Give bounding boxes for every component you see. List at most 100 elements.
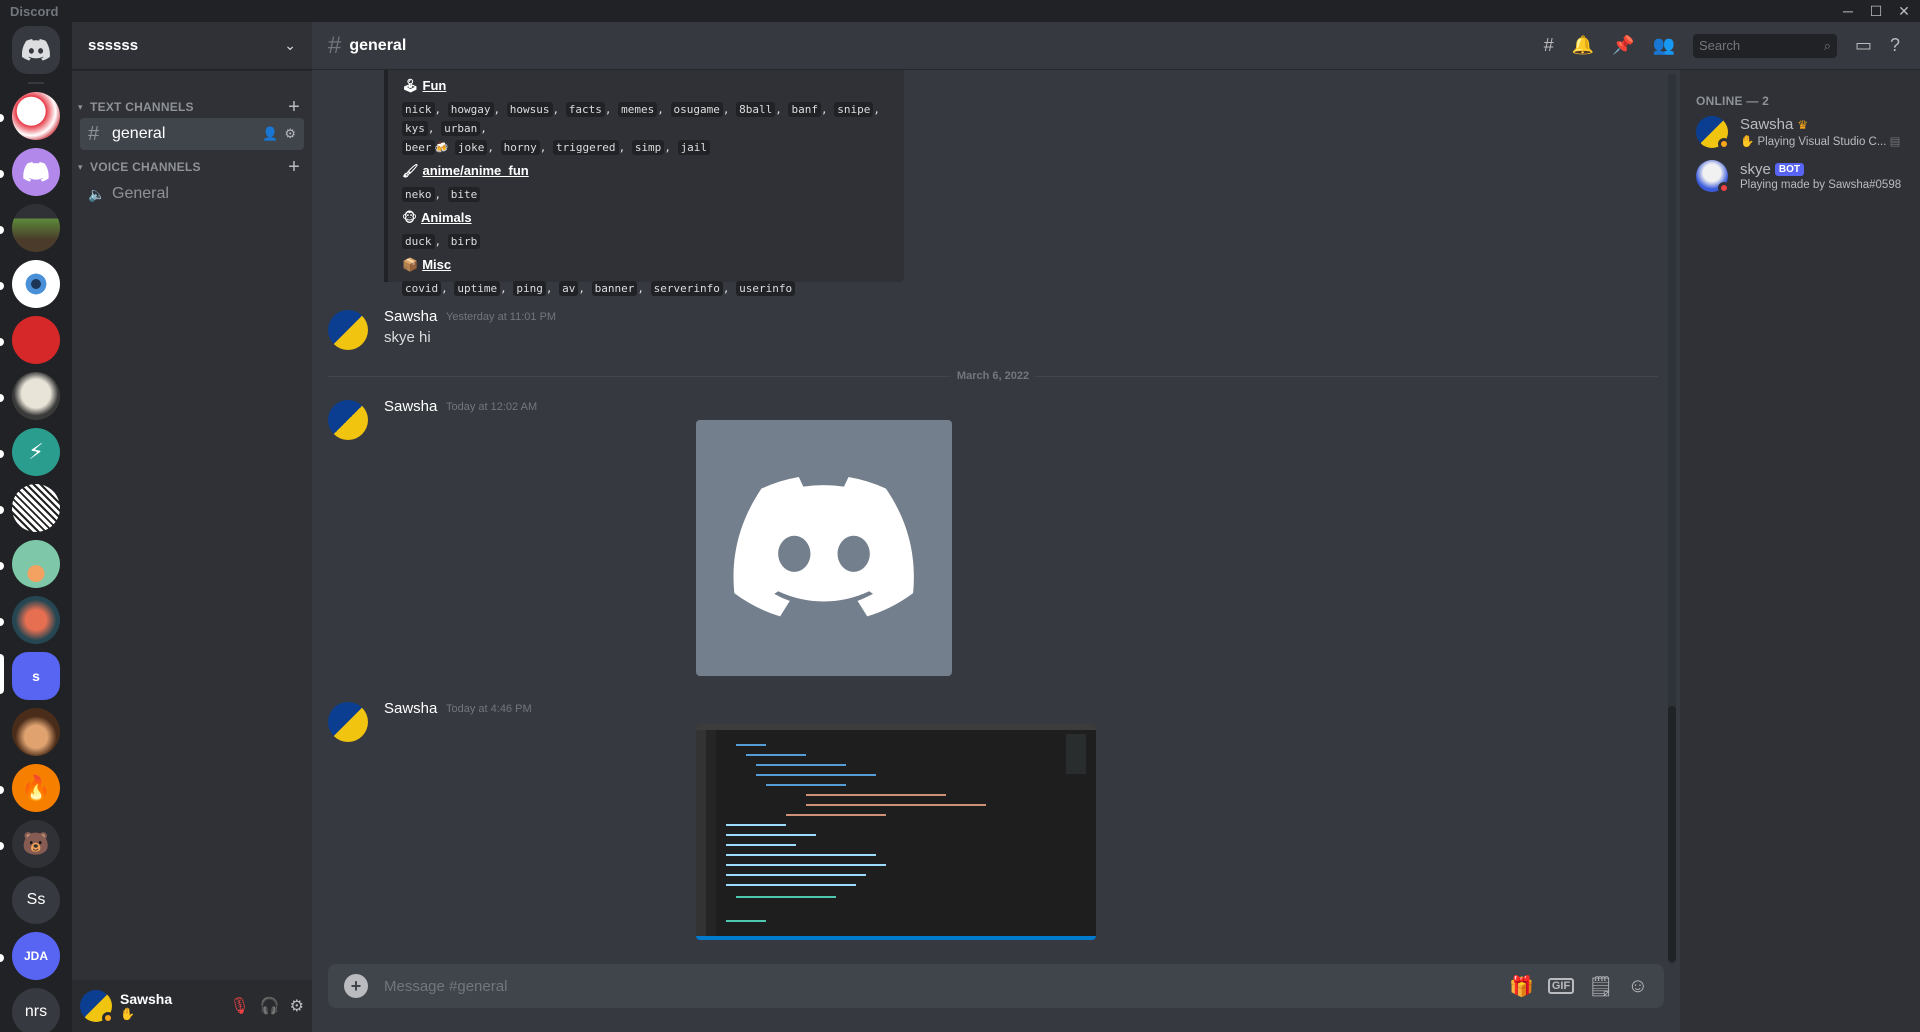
code-editor-thumbnail [696,724,1096,940]
category-voice-channels[interactable]: ▾ VOICE CHANNELS + [72,156,312,178]
server-icon-jda[interactable]: JDA [12,932,60,980]
username: Sawsha [120,991,173,1007]
gif-button[interactable]: GIF [1547,978,1575,994]
member-activity: Playing Visual Studio C... [1757,136,1887,148]
server-icon-eye[interactable] [12,260,60,308]
server-list: ⚡ s 🔥 🐻 Ss JDA nrs [0,22,72,1032]
gear-icon[interactable]: ⚙ [290,996,304,1016]
avatar[interactable] [328,400,368,440]
unread-indicator [0,394,4,402]
channel-label: General [112,185,169,202]
selected-indicator [0,654,4,694]
beer-icon: 🍻 [434,141,449,154]
close-window-button[interactable]: ✕ [1890,0,1918,22]
avatar[interactable] [328,702,368,742]
server-icon-skull[interactable] [12,372,60,420]
microphone-muted-icon[interactable]: 🎙 [229,996,249,1016]
avatar[interactable] [328,310,368,350]
scrollbar-thumb[interactable] [1668,706,1676,962]
hash-icon: # [328,31,342,59]
image-attachment[interactable] [696,420,952,676]
unread-indicator [0,282,4,290]
status-idle-icon [1718,138,1730,150]
avatar[interactable] [80,990,114,1024]
channel-item-general[interactable]: # general 👤 ⚙ [80,118,304,150]
search-input[interactable]: Search ⌕ [1692,33,1837,58]
gear-icon[interactable]: ⚙ [284,126,296,142]
server-icon-s[interactable]: s [12,652,60,700]
discord-logo-icon [23,162,49,182]
minimize-button[interactable]: ─ [1834,0,1862,22]
status-idle-icon [102,1012,114,1024]
server-icon-crab[interactable] [12,596,60,644]
server-icon-purple-discord[interactable] [12,148,60,196]
add-attachment-button[interactable]: + [344,974,368,998]
member-item[interactable]: Sawsha ♛ ✋ Playing Visual Studio C... ▤ [1688,110,1912,154]
server-icon-fighter[interactable] [12,92,60,140]
message-author[interactable]: Sawsha [384,398,437,415]
unread-indicator [0,562,4,570]
server-icon-bolt[interactable]: ⚡ [12,428,60,476]
unread-indicator [0,786,4,794]
server-icon-duck[interactable] [12,540,60,588]
embed-field-name: 📦 Misc [402,257,452,272]
member-name: Sawsha [1740,116,1794,133]
server-icon-nrs[interactable]: nrs [12,988,60,1032]
unread-indicator [0,226,4,234]
app-title: Discord [10,3,59,19]
category-label: TEXT CHANNELS [90,100,194,114]
unread-indicator [0,338,4,346]
headphones-icon[interactable]: 🎧 [260,996,280,1016]
members-icon[interactable]: 👥 [1653,35,1675,56]
voice-channel-general[interactable]: 🔈 General [80,178,304,210]
server-icon-anime[interactable] [12,708,60,756]
server-icon-ss[interactable]: Ss [12,876,60,924]
joystick-icon: 🕹 [402,78,419,93]
gift-icon[interactable]: 🎁 [1509,974,1534,999]
chevron-down-icon: ⌄ [284,37,296,53]
bell-icon[interactable]: 🔔 [1572,35,1594,56]
speaker-icon: 🔈 [88,185,106,202]
server-icon-fire[interactable]: 🔥 [12,764,60,812]
message-input[interactable] [384,977,1509,995]
server-header[interactable]: ssssss ⌄ [72,22,312,70]
maximize-button[interactable]: ☐ [1862,0,1890,22]
unread-indicator [0,618,4,626]
help-icon[interactable]: ? [1890,35,1900,56]
create-channel-button[interactable]: + [288,156,300,179]
home-button[interactable] [12,26,60,74]
message: Sawsha Yesterday at 11:01 PM skye hi [328,308,1658,356]
unread-indicator [0,842,4,850]
server-icon-red[interactable] [12,316,60,364]
hash-icon: # [88,122,100,145]
message-author[interactable]: Sawsha [384,700,437,717]
unread-indicator [0,506,4,514]
invite-icon[interactable]: 👤 [262,126,278,142]
screenshot-attachment[interactable] [696,724,1096,940]
embed-field-name: 🐵 Animals [402,210,472,225]
sticker-icon[interactable]: 🗒 [1588,974,1613,999]
crown-icon: ♛ [1797,117,1809,132]
member-item[interactable]: skye BOT Playing made by Sawsha#0598 [1688,154,1912,198]
category-text-channels[interactable]: ▾ TEXT CHANNELS + [72,96,312,118]
discord-logo-icon [733,477,914,617]
pin-icon[interactable]: 📌 [1612,35,1634,56]
server-icon-creeper[interactable] [12,204,60,252]
channel-sidebar: ssssss ⌄ ▾ TEXT CHANNELS + # general 👤 ⚙… [72,22,312,1032]
create-channel-button[interactable]: + [288,96,300,119]
server-icon-lines[interactable] [12,484,60,532]
inbox-icon[interactable]: ▭ [1855,35,1872,56]
message-list: 🕹 Fun nick, howgay, howsus, facts, memes,… [312,70,1672,950]
server-icon-bear[interactable]: 🐻 [12,820,60,868]
search-placeholder: Search [1698,38,1741,53]
avatar [1696,116,1730,150]
threads-icon[interactable]: # [1544,35,1554,56]
category-label: VOICE CHANNELS [90,160,201,174]
avatar [1696,160,1730,194]
emoji-icon[interactable]: ☺ [1628,975,1648,998]
channel-title: general [349,36,407,54]
bot-tag: BOT [1774,163,1804,176]
paintbrush-icon: 🖌 [402,163,419,178]
message-author[interactable]: Sawsha [384,308,437,325]
embed: 🕹 Fun nick, howgay, howsus, facts, memes,… [384,70,904,296]
